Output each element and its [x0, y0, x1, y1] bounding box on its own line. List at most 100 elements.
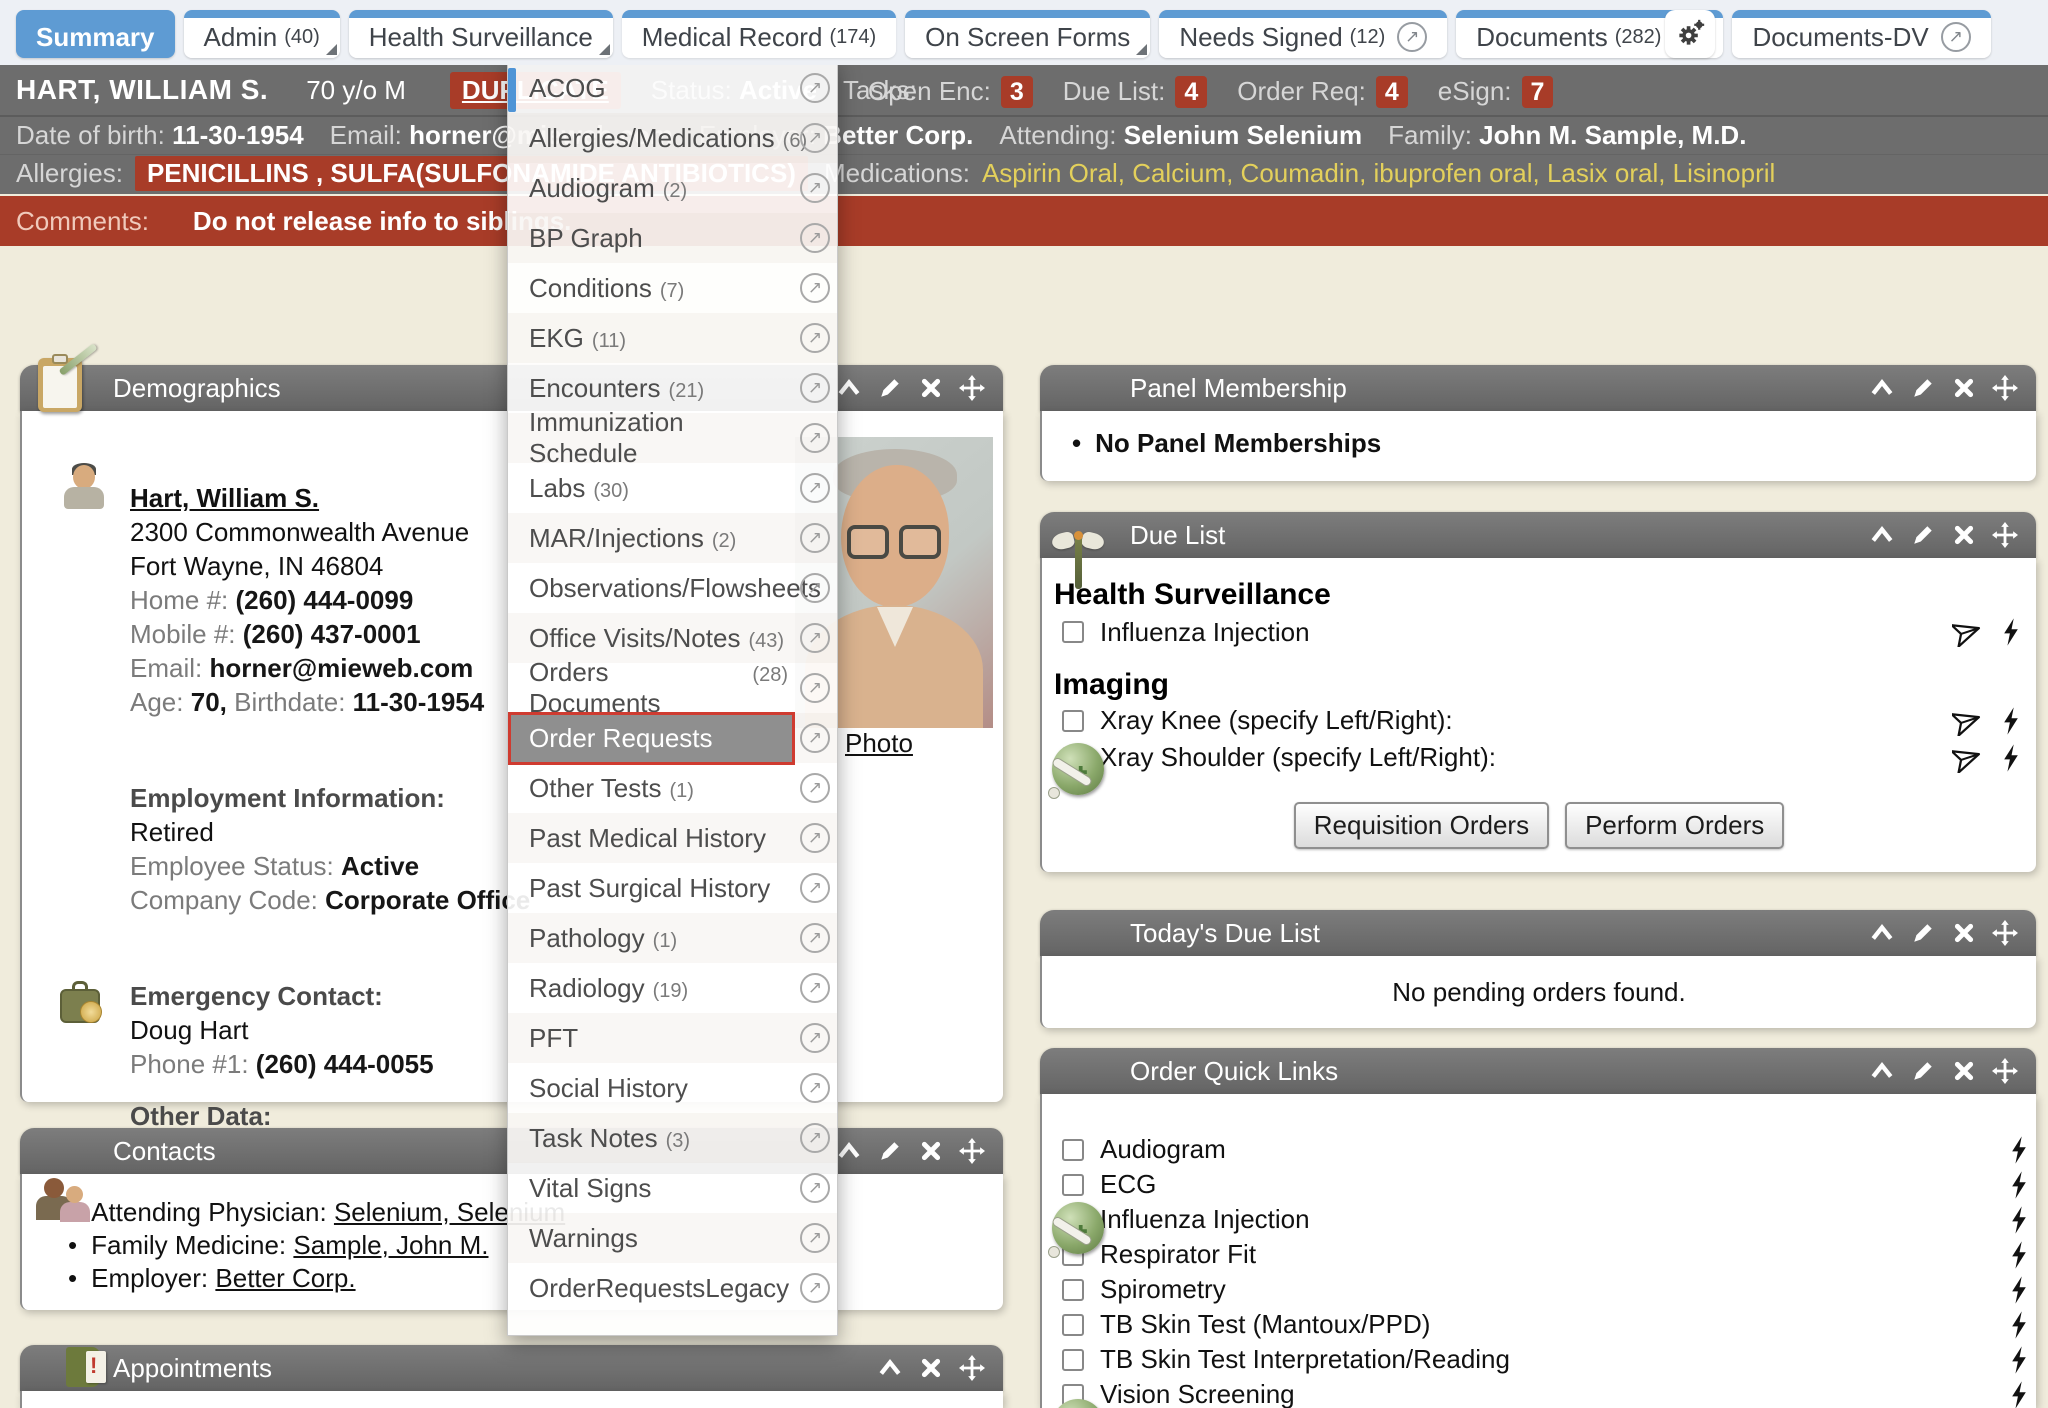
menu-item[interactable]: Allergies/Medications (6) — [508, 113, 837, 163]
counter-badge[interactable]: 4 — [1376, 76, 1408, 108]
external-link-icon[interactable] — [800, 573, 830, 603]
patient-name-link[interactable]: Hart, William S. — [130, 483, 319, 513]
close-icon[interactable] — [1951, 375, 1977, 401]
lightning-icon[interactable] — [2008, 1310, 2030, 1340]
tab[interactable]: Documents-DV — [1732, 10, 1990, 58]
menu-item[interactable]: Past Surgical History — [508, 863, 837, 913]
lightning-icon[interactable] — [2000, 743, 2022, 773]
external-link-icon[interactable] — [800, 1173, 830, 1203]
quick-link-checkbox[interactable] — [1062, 1279, 1084, 1301]
collapse-chevron-icon[interactable] — [877, 1355, 903, 1381]
menu-item[interactable]: Radiology (19) — [508, 963, 837, 1013]
external-link-icon[interactable] — [1397, 22, 1427, 52]
move-icon[interactable] — [1992, 1058, 2018, 1084]
external-link-icon[interactable] — [800, 773, 830, 803]
edit-pencil-icon[interactable] — [1910, 522, 1936, 548]
due-item-checkbox[interactable] — [1062, 621, 1084, 643]
menu-item[interactable]: Past Medical History — [508, 813, 837, 863]
lightning-icon[interactable] — [2000, 706, 2022, 736]
external-link-icon[interactable] — [1941, 22, 1971, 52]
external-link-icon[interactable] — [800, 423, 830, 453]
paper-plane-icon[interactable] — [1952, 743, 1982, 773]
lightning-icon[interactable] — [2008, 1240, 2030, 1270]
quick-link-checkbox[interactable] — [1062, 1349, 1084, 1371]
menu-item[interactable]: Order Requests — [508, 713, 837, 763]
external-link-icon[interactable] — [800, 1223, 830, 1253]
external-link-icon[interactable] — [800, 1273, 830, 1303]
paper-plane-icon[interactable] — [1952, 617, 1982, 647]
move-icon[interactable] — [959, 375, 985, 401]
move-icon[interactable] — [1992, 920, 2018, 946]
external-link-icon[interactable] — [800, 673, 830, 703]
menu-item[interactable]: Audiogram (2) — [508, 163, 837, 213]
lightning-icon[interactable] — [2008, 1345, 2030, 1375]
external-link-icon[interactable] — [800, 323, 830, 353]
external-link-icon[interactable] — [800, 523, 830, 553]
edit-pencil-icon[interactable] — [1910, 1058, 1936, 1084]
menu-item[interactable]: Warnings — [508, 1213, 837, 1263]
menu-item[interactable]: MAR/Injections (2) — [508, 513, 837, 563]
quick-link-checkbox[interactable] — [1062, 1174, 1084, 1196]
counter[interactable]: Open Enc:3 — [868, 76, 1033, 107]
external-link-icon[interactable] — [800, 723, 830, 753]
close-icon[interactable] — [918, 375, 944, 401]
menu-item[interactable]: Vital Signs — [508, 1163, 837, 1213]
menu-item[interactable]: Other Tests (1) — [508, 763, 837, 813]
collapse-chevron-icon[interactable] — [836, 1138, 862, 1164]
due-item-checkbox[interactable] — [1062, 710, 1084, 732]
external-link-icon[interactable] — [800, 923, 830, 953]
external-link-icon[interactable] — [800, 123, 830, 153]
move-icon[interactable] — [1992, 522, 2018, 548]
external-link-icon[interactable] — [800, 623, 830, 653]
edit-pencil-icon[interactable] — [1910, 920, 1936, 946]
close-icon[interactable] — [1951, 920, 1977, 946]
collapse-chevron-icon[interactable] — [1869, 375, 1895, 401]
close-icon[interactable] — [918, 1355, 944, 1381]
lightning-icon[interactable] — [2008, 1205, 2030, 1235]
counter[interactable]: Order Req:4 — [1237, 76, 1408, 107]
external-link-icon[interactable] — [800, 1123, 830, 1153]
lightning-icon[interactable] — [2008, 1135, 2030, 1165]
contact-link[interactable]: Better Corp. — [215, 1263, 355, 1293]
move-icon[interactable] — [959, 1138, 985, 1164]
contact-link[interactable]: Sample, John M. — [293, 1230, 488, 1260]
menu-item[interactable]: EKG (11) — [508, 313, 837, 363]
menu-item[interactable]: OrderRequestsLegacy — [508, 1263, 837, 1313]
quick-link-checkbox[interactable] — [1062, 1314, 1084, 1336]
external-link-icon[interactable] — [800, 823, 830, 853]
photo-link[interactable]: Photo — [845, 728, 913, 759]
counter[interactable]: Due List:4 — [1063, 76, 1208, 107]
collapse-chevron-icon[interactable] — [1869, 920, 1895, 946]
tab[interactable]: Needs Signed (12) — [1159, 10, 1447, 58]
close-icon[interactable] — [1951, 522, 1977, 548]
external-link-icon[interactable] — [800, 873, 830, 903]
counter-badge[interactable]: 4 — [1175, 76, 1207, 108]
external-link-icon[interactable] — [800, 473, 830, 503]
medications-list[interactable]: Aspirin Oral, Calcium, Coumadin, ibuprof… — [982, 158, 1775, 189]
external-link-icon[interactable] — [800, 73, 830, 103]
menu-item[interactable]: Social History — [508, 1063, 837, 1113]
edit-pencil-icon[interactable] — [877, 1138, 903, 1164]
menu-item[interactable]: Orders Documents (28) — [508, 663, 837, 713]
external-link-icon[interactable] — [800, 273, 830, 303]
menu-item[interactable]: Pathology (1) — [508, 913, 837, 963]
collapse-chevron-icon[interactable] — [1869, 522, 1895, 548]
external-link-icon[interactable] — [800, 1023, 830, 1053]
settings-gear-button[interactable] — [1665, 10, 1715, 58]
menu-item[interactable]: Observations/Flowsheets — [508, 563, 837, 613]
external-link-icon[interactable] — [800, 373, 830, 403]
edit-pencil-icon[interactable] — [877, 375, 903, 401]
move-icon[interactable] — [1992, 375, 2018, 401]
external-link-icon[interactable] — [800, 973, 830, 1003]
close-icon[interactable] — [1951, 1058, 1977, 1084]
menu-item[interactable]: BP Graph — [508, 213, 837, 263]
tab[interactable]: Health Surveillance — [349, 10, 613, 58]
tab[interactable]: Admin (40) — [184, 10, 340, 58]
external-link-icon[interactable] — [800, 1073, 830, 1103]
tab[interactable]: On Screen Forms — [905, 10, 1150, 58]
counter-badge[interactable]: 3 — [1001, 76, 1033, 108]
tab[interactable]: Medical Record (174) — [622, 10, 896, 58]
menu-item[interactable]: Labs (30) — [508, 463, 837, 513]
counter-badge[interactable]: 7 — [1522, 76, 1554, 108]
collapse-chevron-icon[interactable] — [1869, 1058, 1895, 1084]
